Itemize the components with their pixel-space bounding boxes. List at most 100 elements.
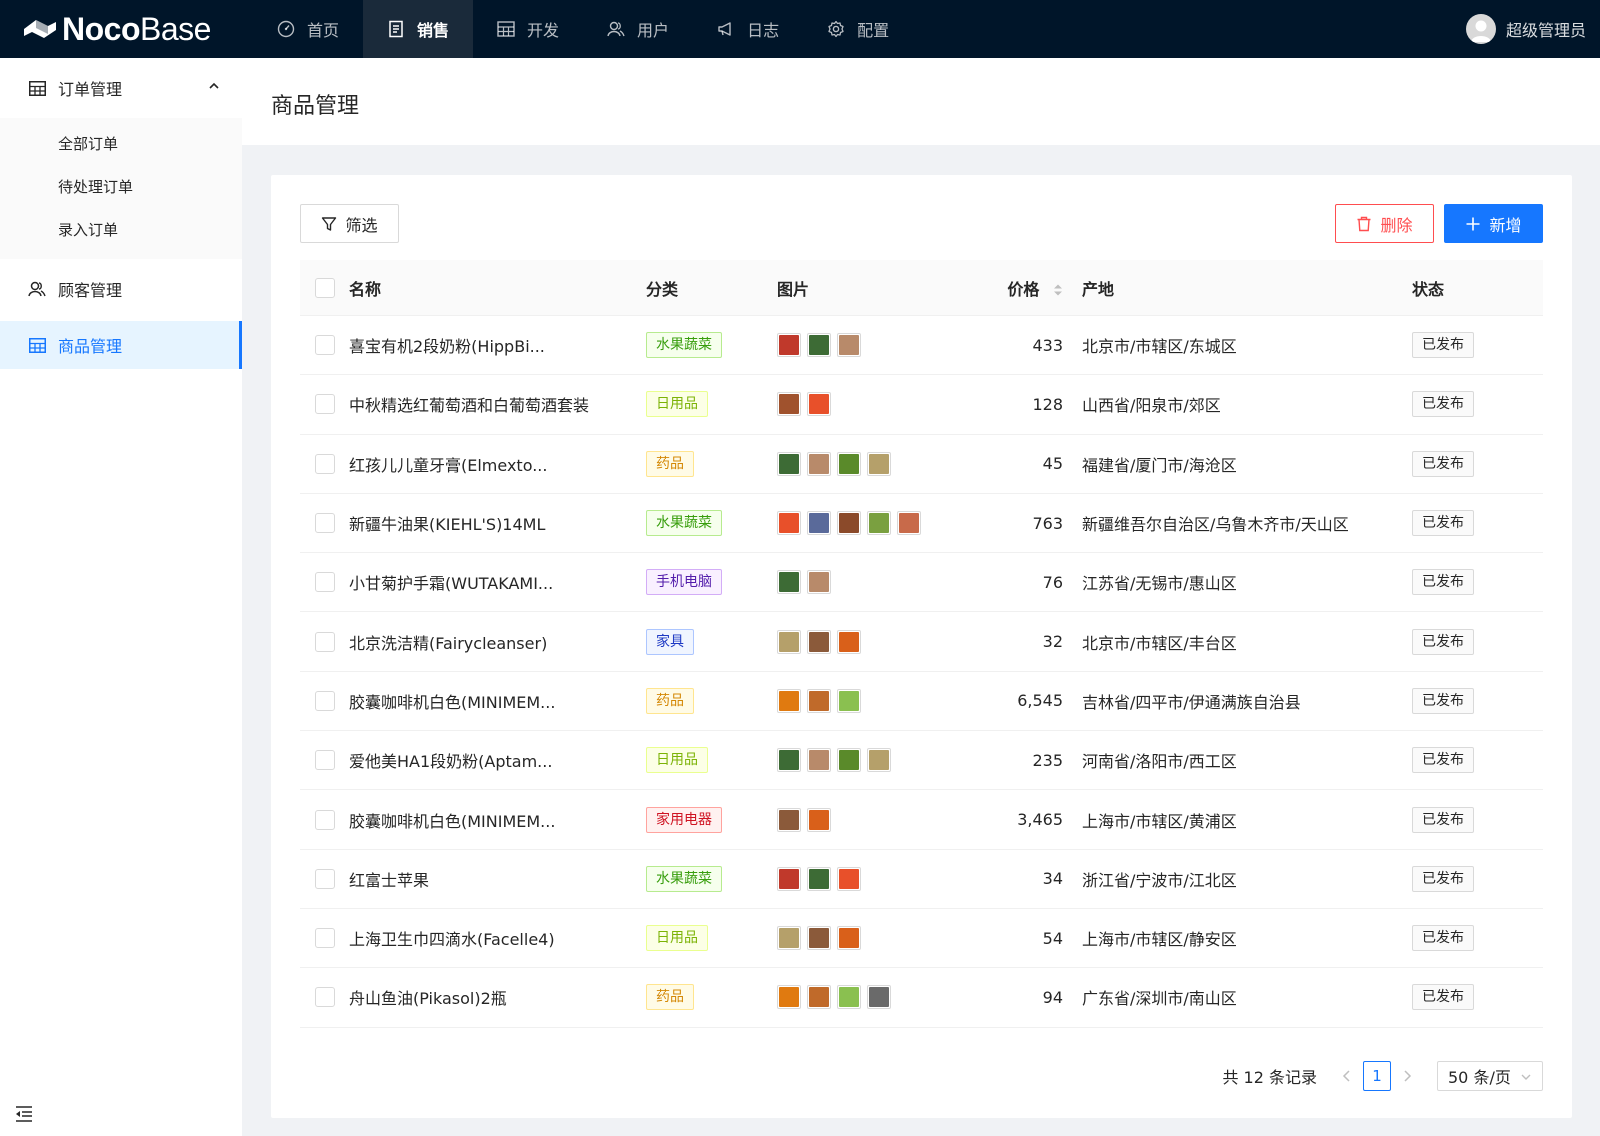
table-row[interactable]: 爱他美HA1段奶粉(Aptam... 日用品 235 河南省/洛阳市/西工区 已发布: [300, 731, 1543, 791]
nav-item-1[interactable]: 销售: [363, 0, 474, 58]
product-image-thumbnail[interactable]: [777, 333, 801, 358]
sidebar-item-all-orders[interactable]: 全部订单: [0, 122, 242, 165]
row-checkbox[interactable]: [314, 868, 335, 889]
prev-page-icon[interactable]: [1335, 1067, 1359, 1086]
product-image-thumbnail[interactable]: [807, 570, 831, 595]
column-header-category[interactable]: 分类: [646, 276, 777, 300]
column-header-origin[interactable]: 产地: [1082, 276, 1412, 300]
row-checkbox[interactable]: [314, 690, 335, 711]
table-row[interactable]: 上海卫生巾四滴水(Facelle4) 日用品 54 上海市/市辖区/静安区 已发布: [300, 909, 1543, 969]
sidebar-item-products[interactable]: 商品管理: [0, 321, 242, 369]
nav-item-label: 销售: [417, 21, 450, 40]
table-row[interactable]: 胶囊咖啡机白色(MINIMEM... 药品 6,545 吉林省/四平市/伊通满族自治县…: [300, 672, 1543, 732]
product-image-thumbnail[interactable]: [777, 451, 801, 476]
product-image-thumbnail[interactable]: [777, 926, 801, 951]
next-page-icon[interactable]: [1395, 1067, 1419, 1086]
row-checkbox[interactable]: [314, 572, 335, 593]
sidebar-item-orders[interactable]: 订单管理: [0, 58, 242, 118]
product-image-thumbnail[interactable]: [867, 511, 891, 536]
row-checkbox[interactable]: [314, 335, 335, 356]
nav-item-5[interactable]: 配置: [803, 0, 913, 58]
category-tag: 药品: [646, 450, 694, 477]
nav-item-3[interactable]: 用户: [583, 0, 693, 58]
row-checkbox[interactable]: [314, 394, 335, 415]
product-image-thumbnail[interactable]: [837, 451, 861, 476]
product-image-thumbnail[interactable]: [777, 688, 801, 713]
row-checkbox[interactable]: [314, 453, 335, 474]
logo[interactable]: NocoBase: [0, 0, 253, 58]
table-row[interactable]: 新疆牛油果(KIEHL'S)14ML 水果蔬菜 763 新疆维吾尔自治区/乌鲁木齐市/…: [300, 494, 1543, 554]
chevron-down-icon: [1521, 1074, 1531, 1080]
product-image-thumbnail[interactable]: [837, 688, 861, 713]
product-image-thumbnail[interactable]: [837, 748, 861, 773]
product-image-thumbnail[interactable]: [777, 866, 801, 891]
product-image-thumbnail[interactable]: [807, 985, 831, 1010]
product-image-thumbnail[interactable]: [837, 511, 861, 536]
product-image-thumbnail[interactable]: [837, 333, 861, 358]
users-icon: [28, 280, 46, 298]
product-image-thumbnail[interactable]: [807, 688, 831, 713]
add-button[interactable]: 新增: [1444, 204, 1543, 243]
sidebar-item-customers[interactable]: 顾客管理: [0, 261, 242, 317]
product-image-thumbnail[interactable]: [807, 866, 831, 891]
nav-item-4[interactable]: 日志: [693, 0, 803, 58]
row-checkbox[interactable]: [314, 750, 335, 771]
status-badge: 已发布: [1412, 332, 1474, 359]
table-row[interactable]: 小甘菊护手霜(WUTAKAMI... 手机电脑 76 江苏省/无锡市/惠山区 已发布: [300, 553, 1543, 613]
user-menu[interactable]: 超级管理员: [1465, 0, 1586, 58]
nav-item-0[interactable]: 首页: [253, 0, 363, 58]
product-image-thumbnail[interactable]: [867, 985, 891, 1010]
product-image-thumbnail[interactable]: [777, 392, 801, 417]
product-image-thumbnail[interactable]: [807, 392, 831, 417]
product-image-thumbnail[interactable]: [777, 748, 801, 773]
sidebar-item-pending-orders[interactable]: 待处理订单: [0, 165, 242, 208]
product-image-thumbnail[interactable]: [807, 926, 831, 951]
table-row[interactable]: 红孩儿儿童牙膏(Elmexto... 药品 45 福建省/厦门市/海沧区 已发布: [300, 435, 1543, 494]
product-image-thumbnail[interactable]: [777, 511, 801, 536]
column-header-price[interactable]: 价格: [967, 276, 1082, 300]
page-number[interactable]: 1: [1363, 1061, 1391, 1091]
product-image-thumbnail[interactable]: [837, 985, 861, 1010]
product-image-thumbnail[interactable]: [807, 807, 831, 832]
status-badge: 已发布: [1412, 806, 1474, 833]
nav-item-2[interactable]: 开发: [473, 0, 583, 58]
row-checkbox[interactable]: [314, 513, 335, 534]
table-row[interactable]: 舟山鱼油(Pikasol)2瓶 药品 94 广东省/深圳市/南山区 已发布: [300, 968, 1543, 1028]
product-image-thumbnail[interactable]: [807, 451, 831, 476]
product-image-thumbnail[interactable]: [807, 748, 831, 773]
select-all-checkbox[interactable]: [314, 277, 335, 298]
table-row[interactable]: 北京洗洁精(Fairycleanser) 家具 32 北京市/市辖区/丰台区 已发布: [300, 612, 1543, 672]
page-size-select[interactable]: 50 条/页: [1437, 1061, 1543, 1091]
product-image-thumbnail[interactable]: [897, 511, 921, 536]
sort-icon[interactable]: [1053, 283, 1063, 297]
product-image-thumbnail[interactable]: [867, 748, 891, 773]
delete-button[interactable]: 删除: [1335, 204, 1434, 243]
filter-button[interactable]: 筛选: [300, 204, 399, 243]
row-checkbox[interactable]: [314, 631, 335, 652]
table-row[interactable]: 中秋精选红葡萄酒和白葡萄酒套装 日用品 128 山西省/阳泉市/郊区 已发布: [300, 375, 1543, 435]
product-image-thumbnail[interactable]: [777, 570, 801, 595]
column-header-status[interactable]: 状态: [1412, 276, 1543, 300]
table-row[interactable]: 胶囊咖啡机白色(MINIMEM... 家用电器 3,465 上海市/市辖区/黄浦区 已发…: [300, 790, 1543, 850]
column-header-images[interactable]: 图片: [777, 276, 967, 300]
product-image-thumbnail[interactable]: [837, 866, 861, 891]
column-header-name[interactable]: 名称: [349, 276, 646, 300]
users-icon: [607, 20, 625, 38]
product-image-thumbnail[interactable]: [837, 629, 861, 654]
menu-fold-icon[interactable]: [14, 1104, 34, 1124]
status-badge: 已发布: [1412, 984, 1474, 1011]
table-row[interactable]: 喜宝有机2段奶粉(HippBi... 水果蔬菜 433 北京市/市辖区/东城区 已发布: [300, 316, 1543, 376]
product-image-thumbnail[interactable]: [807, 333, 831, 358]
product-image-thumbnail[interactable]: [807, 629, 831, 654]
row-checkbox[interactable]: [314, 928, 335, 949]
row-checkbox[interactable]: [314, 987, 335, 1008]
table-row[interactable]: 红富士苹果 水果蔬菜 34 浙江省/宁波市/江北区 已发布: [300, 850, 1543, 909]
product-image-thumbnail[interactable]: [777, 985, 801, 1010]
product-image-thumbnail[interactable]: [777, 807, 801, 832]
product-image-thumbnail[interactable]: [777, 629, 801, 654]
row-checkbox[interactable]: [314, 809, 335, 830]
sidebar-item-enter-order[interactable]: 录入订单: [0, 208, 242, 251]
product-image-thumbnail[interactable]: [867, 451, 891, 476]
product-image-thumbnail[interactable]: [837, 926, 861, 951]
product-image-thumbnail[interactable]: [807, 511, 831, 536]
